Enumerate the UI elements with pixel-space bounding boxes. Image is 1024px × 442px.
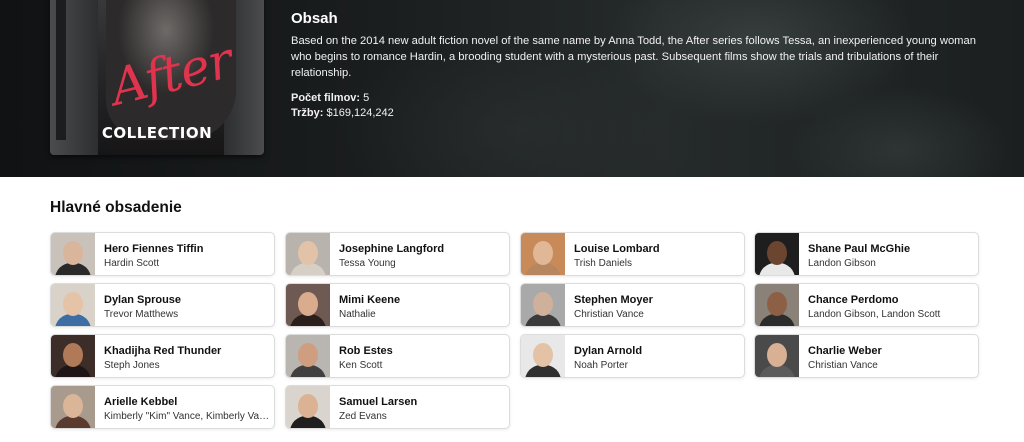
collection-poster: After COLLECTION bbox=[50, 0, 264, 155]
cast-photo bbox=[755, 335, 799, 377]
cast-name: Charlie Weber bbox=[808, 345, 882, 357]
cast-role: Nathalie bbox=[339, 309, 376, 320]
cast-card[interactable]: Arielle Kebbel Kimberly "Kim" Vance, Kimb… bbox=[50, 385, 275, 429]
cast-photo bbox=[51, 284, 95, 326]
overview-text: Based on the 2014 new adult fiction nove… bbox=[291, 35, 976, 79]
cast-role: Trish Daniels bbox=[574, 258, 632, 269]
cast-name: Josephine Langford bbox=[339, 243, 445, 255]
cast-name: Dylan Sprouse bbox=[104, 294, 182, 306]
cast-photo bbox=[51, 233, 95, 275]
cast-role: Tessa Young bbox=[339, 258, 396, 269]
poster-window-bars bbox=[56, 0, 66, 140]
cast-photo-face bbox=[63, 241, 83, 265]
cast-heading: Hlavné obsadenie bbox=[50, 199, 182, 216]
cast-card[interactable]: Rob Estes Ken Scott bbox=[285, 334, 510, 378]
cast-photo bbox=[521, 233, 565, 275]
cast-role: Ken Scott bbox=[339, 360, 383, 371]
cast-role: Hardin Scott bbox=[104, 258, 160, 269]
cast-photo-face bbox=[767, 292, 787, 316]
cast-role: Kimberly "Kim" Vance, Kimberly Vance bbox=[104, 411, 272, 422]
cast-name: Arielle Kebbel bbox=[104, 396, 178, 408]
collection-meta: Počet filmov: 5 Tržby: $169,124,242 bbox=[291, 91, 981, 121]
cast-card[interactable]: Dylan Arnold Noah Porter bbox=[520, 334, 745, 378]
cast-photo bbox=[51, 335, 95, 377]
revenue-value: $169,124,242 bbox=[326, 107, 394, 119]
cast-name: Rob Estes bbox=[339, 345, 393, 357]
poster-subtitle: COLLECTION bbox=[101, 124, 213, 142]
cast-photo bbox=[755, 284, 799, 326]
films-count-value: 5 bbox=[363, 92, 370, 104]
cast-photo bbox=[286, 386, 330, 428]
cast-card[interactable]: Chance Perdomo Landon Gibson, Landon Scot… bbox=[754, 283, 979, 327]
cast-card[interactable]: Mimi Keene Nathalie bbox=[285, 283, 510, 327]
cast-role: Landon Gibson, Landon Scott bbox=[808, 309, 941, 320]
cast-photo bbox=[286, 284, 330, 326]
cast-role: Steph Jones bbox=[104, 360, 160, 371]
cast-role: Christian Vance bbox=[808, 360, 878, 371]
cast-photo-face bbox=[298, 292, 318, 316]
cast-photo-face bbox=[298, 241, 318, 265]
cast-card[interactable]: Josephine Langford Tessa Young bbox=[285, 232, 510, 276]
cast-card[interactable]: Charlie Weber Christian Vance bbox=[754, 334, 979, 378]
collection-header: After COLLECTION Obsah Based on the 2014… bbox=[0, 0, 1024, 177]
cast-photo-face bbox=[63, 292, 83, 316]
cast-role: Noah Porter bbox=[574, 360, 628, 371]
cast-photo-face bbox=[767, 241, 787, 265]
cast-name: Hero Fiennes Tiffin bbox=[104, 243, 204, 255]
cast-name: Shane Paul McGhie bbox=[808, 243, 911, 255]
cast-card[interactable]: Hero Fiennes Tiffin Hardin Scott bbox=[50, 232, 275, 276]
films-count-row: Počet filmov: 5 bbox=[291, 91, 981, 106]
cast-photo bbox=[521, 284, 565, 326]
revenue-label: Tržby: bbox=[291, 107, 324, 119]
cast-role: Trevor Matthews bbox=[104, 309, 179, 320]
cast-photo bbox=[286, 233, 330, 275]
films-count-label: Počet filmov: bbox=[291, 92, 361, 104]
cast-card[interactable]: Shane Paul McGhie Landon Gibson bbox=[754, 232, 979, 276]
cast-photo-face bbox=[767, 343, 787, 367]
overview-heading: Obsah bbox=[291, 10, 338, 27]
cast-name: Mimi Keene bbox=[339, 294, 401, 306]
cast-card[interactable]: Samuel Larsen Zed Evans bbox=[285, 385, 510, 429]
revenue-row: Tržby: $169,124,242 bbox=[291, 106, 981, 121]
cast-name: Louise Lombard bbox=[574, 243, 660, 255]
cast-photo-face bbox=[533, 241, 553, 265]
cast-name: Samuel Larsen bbox=[339, 396, 418, 408]
cast-role: Landon Gibson bbox=[808, 258, 876, 269]
collection-info: Obsah Based on the 2014 new adult fictio… bbox=[291, 10, 981, 121]
cast-photo bbox=[51, 386, 95, 428]
cast-name: Chance Perdomo bbox=[808, 294, 899, 306]
cast-card[interactable]: Khadijha Red Thunder Steph Jones bbox=[50, 334, 275, 378]
cast-photo-face bbox=[63, 343, 83, 367]
cast-name: Khadijha Red Thunder bbox=[104, 345, 222, 357]
cast-card[interactable]: Dylan Sprouse Trevor Matthews bbox=[50, 283, 275, 327]
cast-photo bbox=[286, 335, 330, 377]
cast-role: Christian Vance bbox=[574, 309, 644, 320]
cast-name: Stephen Moyer bbox=[574, 294, 653, 306]
cast-card[interactable]: Louise Lombard Trish Daniels bbox=[520, 232, 745, 276]
cast-role: Zed Evans bbox=[339, 411, 387, 422]
cast-photo-face bbox=[298, 343, 318, 367]
cast-card[interactable]: Stephen Moyer Christian Vance bbox=[520, 283, 745, 327]
cast-photo-face bbox=[533, 343, 553, 367]
cast-photo-face bbox=[63, 394, 83, 418]
cast-photo bbox=[755, 233, 799, 275]
cast-photo-face bbox=[298, 394, 318, 418]
cast-photo bbox=[521, 335, 565, 377]
cast-photo-face bbox=[533, 292, 553, 316]
cast-name: Dylan Arnold bbox=[574, 345, 643, 357]
